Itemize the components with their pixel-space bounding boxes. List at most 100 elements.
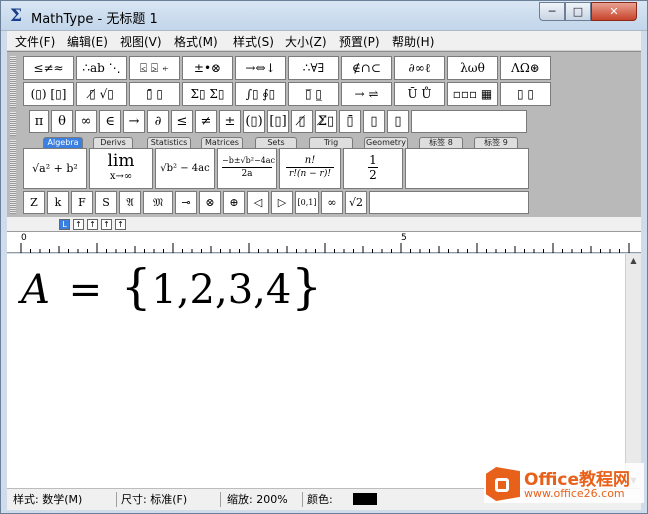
tab-stop-relation-button[interactable]: ↑ [101, 219, 112, 230]
tab-stop-left-button[interactable]: L [59, 219, 70, 230]
symbol-triangle-left[interactable]: ◁ [247, 191, 269, 214]
palette-operators[interactable]: ±•⊗ [182, 56, 233, 80]
tab-algebra[interactable]: Algebra [43, 137, 83, 148]
tab-stop-right-button[interactable]: ↑ [87, 219, 98, 230]
palette-logic[interactable]: ∴∀∃ [288, 56, 339, 80]
template-combination[interactable]: n! r!(n − r)! [279, 148, 341, 189]
status-color-swatch[interactable] [353, 493, 377, 505]
symbol-otimes[interactable]: ⊗ [199, 191, 221, 214]
menu-size[interactable]: 大小(Z) [285, 33, 327, 50]
tab-trig[interactable]: Trig [309, 137, 353, 148]
tab-label-9[interactable]: 标签 9 [474, 137, 518, 148]
palette-spaces[interactable]: ∴ab ⋱ [76, 56, 127, 80]
ruler[interactable]: 0 5 [7, 231, 641, 253]
symbol-leq[interactable]: ≤ [171, 110, 193, 133]
status-size[interactable]: 尺寸: 标准(F) [121, 492, 221, 507]
menu-style[interactable]: 样式(S) [233, 33, 274, 50]
palette-relations[interactable]: ≤≠≈ [23, 56, 74, 80]
tab-label-8[interactable]: 标签 8 [419, 137, 463, 148]
template-brackets[interactable]: [▯] [267, 110, 289, 133]
template-sqrt-a2-b2[interactable]: √a² + b² [23, 148, 87, 189]
status-style[interactable]: 样式: 数学(M) [13, 492, 117, 507]
symbol-infinity[interactable]: ∞ [75, 110, 97, 133]
symbol-interval[interactable]: [0,1] [295, 191, 319, 214]
toolbar-grip[interactable] [10, 140, 16, 214]
symbol-empty-slot[interactable] [411, 110, 527, 133]
symbol-triangle-right[interactable]: ▷ [271, 191, 293, 214]
title-bar[interactable]: Σ MathType - 无标题 1 ─ □ ✕ [1, 1, 647, 31]
tab-matrices[interactable]: Matrices [201, 137, 243, 148]
palette-labeled-arrows[interactable]: → ⇌ [341, 82, 392, 106]
symbol-neq[interactable]: ≠ [195, 110, 217, 133]
toolbar-grip[interactable] [10, 56, 16, 108]
palette-matrices[interactable]: ▫▫▫ ▦ [447, 82, 498, 106]
toolbar-grip[interactable] [10, 112, 16, 136]
palette-embellishments[interactable]: ⍃ ⍄ ⍅ [129, 56, 180, 80]
status-zoom[interactable]: 缩放: 200% [227, 492, 303, 507]
symbol-sqrt2[interactable]: √2 [345, 191, 367, 214]
tab-stop-decimal-button[interactable]: ↑ [115, 219, 126, 230]
template-parentheses[interactable]: (▯) [243, 110, 265, 133]
palette-scripts[interactable]: ▯̄ ▯ [129, 82, 180, 106]
symbol-right-arrow[interactable]: → [123, 110, 145, 133]
menu-preferences[interactable]: 预置(P) [339, 33, 380, 50]
tab-geometry[interactable]: Geometry [364, 137, 408, 148]
template-overbar[interactable]: ▯̄ [339, 110, 361, 133]
symbol-integers[interactable]: Z [23, 191, 45, 214]
palette-misc[interactable]: ∂∞ℓ [394, 56, 445, 80]
palette-greek-lower[interactable]: λωθ [447, 56, 498, 80]
tab-derivs[interactable]: Derivs [93, 137, 133, 148]
menu-view[interactable]: 视图(V) [120, 33, 162, 50]
palette-greek-upper[interactable]: ΛΩ⊛ [500, 56, 551, 80]
symbol-theta[interactable]: θ [51, 110, 73, 133]
template-empty-slot[interactable] [405, 148, 529, 189]
palette-fences[interactable]: (▯) [▯] [23, 82, 74, 106]
symbol-k[interactable]: k [47, 191, 69, 214]
maximize-button[interactable]: □ [565, 2, 591, 21]
template-quadratic[interactable]: −b±√b²−4ac 2a [217, 148, 277, 189]
combination-numerator: n! [286, 155, 334, 168]
palette-fractions-radicals[interactable]: ▯̸ √▯ [76, 82, 127, 106]
menu-help[interactable]: 帮助(H) [392, 33, 434, 50]
palette-sums[interactable]: Σ▯ Σ▯ [182, 82, 233, 106]
minimize-button[interactable]: ─ [539, 2, 565, 21]
tab-statistics[interactable]: Statistics [147, 137, 191, 148]
half-denominator: 2 [369, 168, 377, 182]
menu-file[interactable]: 文件(F) [15, 33, 55, 50]
symbol-plus-minus[interactable]: ± [219, 110, 241, 133]
symbol-empty-row[interactable] [369, 191, 529, 214]
equation-body: 1,2,3,4 [151, 267, 292, 313]
equation-equals: = [68, 267, 103, 313]
palette-sets[interactable]: ∉∩⊂ [341, 56, 392, 80]
symbol-infinity-small[interactable]: ∞ [321, 191, 343, 214]
symbol-fraktur-m[interactable]: 𝔐 [143, 191, 173, 214]
symbol-element-of[interactable]: ∈ [99, 110, 121, 133]
palette-bars[interactable]: ▯̅ ▯̲ [288, 82, 339, 106]
palette-arrows[interactable]: →⇔↓ [235, 56, 286, 80]
template-superscript[interactable]: ▯ [387, 110, 409, 133]
symbol-oplus[interactable]: ⊕ [223, 191, 245, 214]
symbol-multimap[interactable]: ⊸ [175, 191, 197, 214]
template-subscript[interactable]: ▯ [363, 110, 385, 133]
symbol-f[interactable]: F [71, 191, 93, 214]
palette-products[interactable]: Ū Ů [394, 82, 445, 106]
equation[interactable]: A = {1,2,3,4} [21, 259, 322, 315]
close-button[interactable]: ✕ [591, 2, 637, 21]
symbol-s[interactable]: S [95, 191, 117, 214]
template-half[interactable]: 1 2 [343, 148, 403, 189]
scroll-up-icon[interactable]: ▲ [626, 254, 641, 268]
menu-format[interactable]: 格式(M) [174, 33, 218, 50]
template-limit[interactable]: lim x→∞ [89, 148, 153, 189]
template-fraction[interactable]: ▯̸ [291, 110, 313, 133]
tab-stop-center-button[interactable]: ↑ [73, 219, 84, 230]
symbol-pi[interactable]: π [29, 110, 49, 133]
template-sum[interactable]: Σ̸▯ [315, 110, 337, 133]
menu-edit[interactable]: 编辑(E) [67, 33, 108, 50]
template-sqrt-b2-4ac[interactable]: √b² − 4ac [155, 148, 215, 189]
symbol-partial[interactable]: ∂ [147, 110, 169, 133]
vertical-scrollbar[interactable]: ▲ ▼ [625, 254, 641, 488]
palette-integrals[interactable]: ∫▯ ∮▯ [235, 82, 286, 106]
symbol-fraktur-a[interactable]: 𝔄 [119, 191, 141, 214]
tab-sets[interactable]: Sets [255, 137, 297, 148]
palette-boxes[interactable]: ▯ ▯ [500, 82, 551, 106]
